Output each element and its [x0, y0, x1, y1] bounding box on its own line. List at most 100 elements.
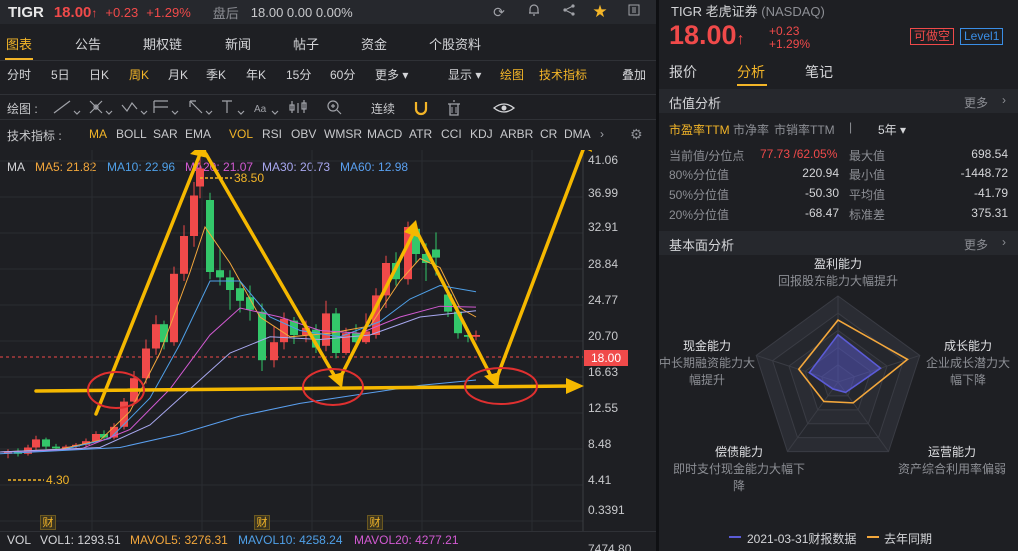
fundamental-more-link[interactable]: 更多 — [964, 236, 988, 253]
bell-icon[interactable] — [525, 3, 543, 21]
radar-label-growth: 成长能力 企业成长潜力大幅下降 — [925, 339, 1010, 387]
indicator-atr[interactable]: ATR — [409, 127, 432, 141]
trash-icon[interactable] — [448, 100, 460, 116]
period-yearly[interactable]: 年K — [246, 66, 266, 83]
tab-news[interactable]: 新闻 — [225, 34, 251, 53]
short-sell-badge[interactable]: 可做空 — [910, 28, 955, 45]
continuous-toggle[interactable]: 连续 — [371, 100, 395, 117]
text-cursor-tool-icon[interactable] — [222, 100, 245, 115]
panel-active-tab-indicator — [737, 84, 767, 86]
tab-chart[interactable]: 图表 — [6, 34, 32, 53]
indicator-sar[interactable]: SAR — [153, 127, 178, 141]
candle-down — [432, 249, 440, 258]
period-60min[interactable]: 60分 — [330, 66, 355, 83]
window-toggle-icon[interactable] — [625, 3, 643, 21]
period-weekly[interactable]: 周K — [129, 66, 149, 83]
share-icon[interactable] — [560, 3, 578, 21]
candle-up — [32, 439, 40, 448]
chevron-right-icon[interactable]: › — [1002, 235, 1006, 249]
mavol5-value: MAVOL5: 3276.31 — [130, 533, 228, 547]
line-tool-icon[interactable] — [53, 100, 81, 115]
text-size-tool-icon[interactable]: Aa — [254, 104, 279, 115]
period-5day[interactable]: 5日 — [51, 66, 70, 83]
radar-label-profitability: 盈利能力 回报股东能力大幅提升 — [777, 257, 898, 288]
y-tick: 20.70 — [588, 329, 619, 343]
indicator-cr[interactable]: CR — [540, 127, 557, 141]
indicator-rsi[interactable]: RSI — [262, 127, 282, 141]
tab-quote[interactable]: 报价 — [669, 62, 697, 82]
arrow-down-2 — [414, 228, 496, 384]
tab-capital[interactable]: 资金 — [361, 34, 387, 53]
price-change-pct: +1.29% — [146, 4, 191, 20]
vol-axis-value: 7474.80 — [588, 542, 632, 551]
indicator-kdj[interactable]: KDJ — [470, 127, 493, 141]
y-tick: 28.84 — [588, 257, 619, 271]
row-label: 50%分位值 — [669, 188, 730, 202]
refresh-icon[interactable]: ⟳ — [490, 3, 508, 21]
tab-announcements[interactable]: 公告 — [75, 34, 101, 53]
valuation-more-link[interactable]: 更多 — [964, 94, 988, 111]
indicator-cci[interactable]: CCI — [441, 127, 462, 141]
fundamental-header: 基本面分析 更多 › — [659, 231, 1018, 255]
fib-tool-icon[interactable] — [153, 100, 179, 115]
candle-down — [42, 439, 50, 447]
overlay-button[interactable]: 叠加 — [622, 66, 646, 83]
indicator-ma[interactable]: MA — [89, 127, 107, 141]
visibility-eye-icon[interactable] — [492, 103, 516, 113]
ma30-line — [0, 310, 477, 453]
period-dropdown[interactable]: 5年 ▾ — [878, 121, 906, 138]
indicator-vol[interactable]: VOL — [229, 127, 253, 141]
metric-pb[interactable]: 市净率 — [733, 121, 769, 138]
period-quarterly[interactable]: 季K — [206, 66, 226, 83]
zoom-tool-icon[interactable] — [327, 100, 342, 115]
chevron-right-icon[interactable]: › — [1002, 93, 1006, 107]
low-annotation: 4.30 — [46, 473, 70, 487]
display-dropdown[interactable]: 显示 ▾ — [448, 66, 481, 83]
gear-icon[interactable]: ⚙ — [630, 126, 643, 143]
period-more-dropdown[interactable]: 更多 ▾ — [375, 66, 408, 83]
candlestick-chart[interactable] — [0, 150, 656, 532]
earnings-badge[interactable]: 财 — [254, 515, 270, 530]
period-15min[interactable]: 15分 — [286, 66, 311, 83]
tab-posts[interactable]: 帖子 — [293, 34, 319, 53]
magnet-icon[interactable] — [414, 102, 428, 116]
indicator-wmsr[interactable]: WMSR — [324, 127, 362, 141]
panel-change-pct: +1.29% — [769, 37, 811, 51]
favorite-star-icon[interactable]: ★ — [591, 3, 609, 21]
chevron-right-icon[interactable]: › — [600, 127, 604, 141]
period-monthly[interactable]: 月K — [168, 66, 188, 83]
radar-label-operation: 运营能力 资产综合利用率偏弱 — [897, 445, 1006, 476]
tab-options-chain[interactable]: 期权链 — [143, 34, 182, 53]
period-intraday[interactable]: 分时 — [7, 66, 31, 83]
arrow-tool-icon[interactable] — [189, 100, 213, 115]
draw-toggle[interactable]: 绘图 — [500, 66, 524, 83]
indicator-arbr[interactable]: ARBR — [500, 127, 533, 141]
vol1-value: VOL1: 1293.51 — [40, 533, 121, 547]
indicator-boll[interactable]: BOLL — [116, 127, 147, 141]
level1-badge[interactable]: Level1 — [960, 28, 1004, 45]
tech-indicator-toggle[interactable]: 技术指标 — [539, 66, 587, 83]
row-label: 80%分位值 — [669, 168, 730, 182]
arrow-up-3 — [494, 150, 585, 382]
tab-notes[interactable]: 笔记 — [805, 62, 833, 82]
earnings-badge[interactable]: 财 — [367, 515, 383, 530]
metric-ps-ttm[interactable]: 市销率TTM — [774, 121, 835, 138]
row-label: 最小值 — [849, 168, 886, 182]
earnings-badge[interactable]: 财 — [40, 515, 56, 530]
tab-analysis[interactable]: 分析 — [737, 62, 765, 82]
y-tick: 41.06 — [588, 153, 619, 167]
indicator-dma[interactable]: DMA — [564, 127, 591, 141]
indicator-obv[interactable]: OBV — [291, 127, 316, 141]
wave-tool-icon[interactable] — [121, 101, 148, 115]
indicator-ema[interactable]: EMA — [185, 127, 211, 141]
channel-tool-icon[interactable] — [89, 100, 113, 115]
metric-pe-ttm[interactable]: 市盈率TTM — [669, 121, 730, 138]
row-value: -50.30 — [804, 186, 839, 200]
indicator-macd[interactable]: MACD — [367, 127, 402, 141]
after-hours-value: 18.00 0.00 0.00% — [250, 4, 353, 20]
candle-down — [226, 277, 234, 290]
candle-up — [270, 342, 278, 361]
candle-tool-icon[interactable] — [289, 100, 307, 113]
tab-stock-profile[interactable]: 个股资料 — [429, 34, 481, 53]
period-daily[interactable]: 日K — [89, 66, 109, 83]
